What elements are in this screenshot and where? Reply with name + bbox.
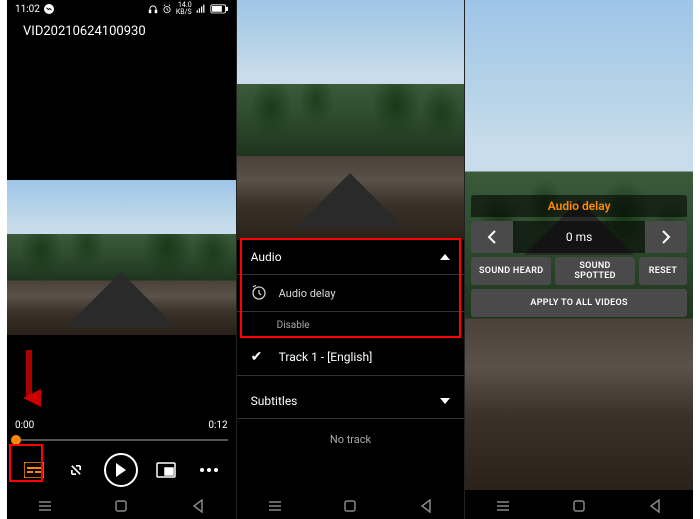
time-current: 0:00 xyxy=(15,420,34,431)
battery-icon xyxy=(210,4,228,14)
disable-row[interactable]: Disable xyxy=(237,312,465,339)
track-label: Track 1 - [English] xyxy=(279,350,373,364)
system-nav xyxy=(237,493,465,519)
delay-increase-button[interactable] xyxy=(645,221,687,253)
status-time: 11:02 xyxy=(15,4,40,15)
system-nav xyxy=(7,493,236,519)
nav-back-icon[interactable] xyxy=(190,498,206,514)
system-nav xyxy=(465,493,693,519)
tracks-sheet: Audio Audio delay Disable ✔ Track 1 - [E… xyxy=(237,240,465,493)
subtitles-section-header[interactable]: Subtitles xyxy=(237,384,465,419)
resize-button[interactable] xyxy=(152,456,180,484)
net-kbps: 14.0KB/S xyxy=(176,2,192,16)
subtitles-header-label: Subtitles xyxy=(251,394,298,408)
time-row: 0:00 0:12 xyxy=(15,420,228,431)
reset-button[interactable]: RESET xyxy=(639,257,687,285)
annotation-arrow xyxy=(17,348,41,408)
audio-section-header[interactable]: Audio xyxy=(237,240,465,275)
time-total: 0:12 xyxy=(208,420,227,431)
seek-thumb[interactable] xyxy=(11,435,21,445)
audio-header-label: Audio xyxy=(251,250,282,264)
track-row[interactable]: ✔ Track 1 - [English] xyxy=(237,339,465,376)
sound-spotted-button[interactable]: SOUND SPOTTED xyxy=(555,257,635,285)
delay-decrease-button[interactable] xyxy=(471,221,513,253)
headphone-icon xyxy=(148,4,158,14)
video-frame[interactable] xyxy=(7,180,236,335)
nav-home-icon[interactable] xyxy=(571,498,587,514)
delay-stepper: 0 ms xyxy=(471,221,687,253)
loop-button[interactable] xyxy=(62,456,90,484)
video-frame xyxy=(237,0,465,240)
status-bar: 11:02 14.0KB/S xyxy=(7,0,236,18)
nav-recent-icon[interactable] xyxy=(495,498,511,514)
overlay-title: Audio delay xyxy=(471,195,687,217)
delay-icon xyxy=(251,285,267,301)
delay-value: 0 ms xyxy=(513,221,645,253)
messenger-icon xyxy=(44,4,54,14)
chevron-down-icon xyxy=(440,398,450,404)
nav-back-icon[interactable] xyxy=(647,498,663,514)
apply-all-button[interactable]: APPLY TO ALL VIDEOS xyxy=(471,289,687,317)
more-button[interactable] xyxy=(195,456,223,484)
audio-delay-overlay: Audio delay 0 ms SOUND HEARD SOUND SPOTT… xyxy=(471,195,687,317)
pane-player: 11:02 14.0KB/S xyxy=(7,0,236,519)
player-controls xyxy=(7,448,236,492)
play-button[interactable] xyxy=(104,453,138,487)
nav-back-icon[interactable] xyxy=(418,498,434,514)
nav-home-icon[interactable] xyxy=(113,498,129,514)
no-track-label: No track xyxy=(237,419,465,460)
check-icon: ✔ xyxy=(251,349,267,365)
seek-bar[interactable] xyxy=(15,434,228,446)
sound-heard-button[interactable]: SOUND HEARD xyxy=(471,257,551,285)
audio-delay-label: Audio delay xyxy=(279,287,336,300)
chevron-up-icon xyxy=(440,254,450,260)
audio-delay-row[interactable]: Audio delay xyxy=(237,275,465,312)
pane-audio-delay: Audio delay 0 ms SOUND HEARD SOUND SPOTT… xyxy=(464,0,693,519)
video-title: VID20210624100930 xyxy=(23,24,226,39)
signal-icon xyxy=(196,4,206,14)
nav-recent-icon[interactable] xyxy=(267,498,283,514)
tracks-button[interactable] xyxy=(20,456,48,484)
pane-tracks-sheet: Audio Audio delay Disable ✔ Track 1 - [E… xyxy=(236,0,465,519)
nav-home-icon[interactable] xyxy=(342,498,358,514)
nav-recent-icon[interactable] xyxy=(37,498,53,514)
alarm-icon xyxy=(162,4,172,14)
